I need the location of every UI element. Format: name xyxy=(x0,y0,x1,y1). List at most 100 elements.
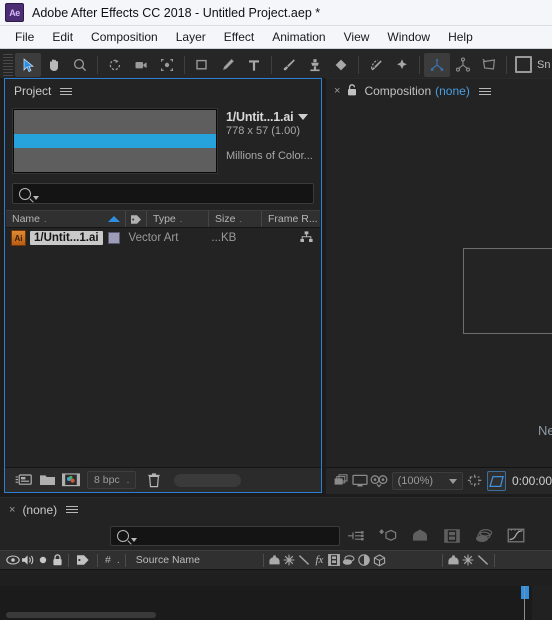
3d-view-icon[interactable] xyxy=(369,471,387,491)
timeline-layer-area[interactable] xyxy=(0,586,533,620)
close-icon[interactable]: × xyxy=(9,504,15,516)
lock-icon[interactable] xyxy=(347,83,357,99)
new-folder-icon[interactable] xyxy=(35,471,59,489)
selection-tool[interactable] xyxy=(15,52,41,77)
effects-fx-icon[interactable]: fx xyxy=(312,552,327,568)
memory-indicator[interactable] xyxy=(174,473,242,487)
zoom-tool[interactable] xyxy=(67,53,93,77)
search-icon xyxy=(19,187,31,200)
chevron-down-icon[interactable] xyxy=(298,114,309,120)
menu-item-effect[interactable]: Effect xyxy=(215,28,263,46)
zoom-level-dropdown[interactable]: (100%) xyxy=(391,472,464,490)
menu-item-view[interactable]: View xyxy=(335,28,379,46)
menu-item-window[interactable]: Window xyxy=(378,28,439,46)
tool-bar: Sn xyxy=(0,49,552,81)
current-timecode[interactable]: 0:00:00 xyxy=(512,474,552,488)
quality-sampling-icon[interactable] xyxy=(297,552,312,568)
solo-icon[interactable] xyxy=(35,552,50,568)
column-header-label[interactable] xyxy=(126,211,147,227)
project-search-input[interactable] xyxy=(12,183,314,204)
asset-metadata: 1/Untit...1.ai 778 x 57 (1.00) Millions … xyxy=(226,109,313,173)
sort-ascending-icon[interactable] xyxy=(108,216,120,222)
adjustment-layer-icon[interactable] xyxy=(357,552,372,568)
label-color-swatch[interactable] xyxy=(107,232,120,244)
type-tool[interactable] xyxy=(241,53,267,77)
motion-blur-switch-icon[interactable] xyxy=(342,552,357,568)
table-row[interactable]: 1/Untit...1.ai Vector Art ...KB xyxy=(6,229,320,247)
hide-shy-layers-icon[interactable] xyxy=(404,525,436,547)
column-header-type[interactable]: Type . xyxy=(147,211,209,227)
shape-tool[interactable] xyxy=(189,53,215,77)
track-camera-tool[interactable] xyxy=(476,53,502,77)
playhead-marker[interactable] xyxy=(521,586,529,599)
panel-menu-icon[interactable] xyxy=(66,506,79,513)
timeline-tab-label[interactable]: (none) xyxy=(22,503,57,517)
header-separator xyxy=(124,553,126,567)
menu-item-layer[interactable]: Layer xyxy=(167,28,215,46)
panel-menu-icon[interactable] xyxy=(60,87,73,95)
header-separator xyxy=(262,553,264,567)
timeline-ruler-area[interactable] xyxy=(532,586,552,620)
shy-switch-icon[interactable] xyxy=(267,552,282,568)
flowchart-icon[interactable] xyxy=(300,230,313,246)
rotation-tool[interactable] xyxy=(102,53,128,77)
panel-menu-icon[interactable] xyxy=(478,87,491,95)
audio-speaker-icon[interactable] xyxy=(20,552,35,568)
clone-stamp-tool[interactable] xyxy=(302,53,328,77)
draft-3d-icon[interactable] xyxy=(372,525,404,547)
snapping-checkbox[interactable] xyxy=(515,56,532,73)
video-eye-icon[interactable] xyxy=(5,552,20,568)
toolbar-grip[interactable] xyxy=(3,53,13,76)
tab-project[interactable]: Project xyxy=(14,84,51,98)
column-header-name[interactable]: Name . xyxy=(6,211,126,227)
toggle-view-layouts-icon[interactable] xyxy=(333,471,351,491)
new-composition-icon[interactable] xyxy=(59,471,83,489)
transparency-grid-icon[interactable] xyxy=(487,471,506,491)
composition-viewer[interactable]: Ne xyxy=(326,103,552,468)
motion-blur-icon[interactable] xyxy=(468,525,500,547)
composition-mini-flowchart-icon[interactable] xyxy=(340,525,372,547)
search-dropdown-icon[interactable] xyxy=(131,537,137,542)
collapse-transformations-icon[interactable] xyxy=(282,552,297,568)
snapping-toggle[interactable]: Sn xyxy=(515,56,550,73)
lock-icon[interactable] xyxy=(50,552,65,568)
unified-camera-tool[interactable] xyxy=(424,52,450,77)
collapse-transformations-icon[interactable] xyxy=(461,552,476,568)
horizontal-scrollbar[interactable] xyxy=(6,612,156,618)
eraser-tool[interactable] xyxy=(328,53,354,77)
timeline-search-input[interactable] xyxy=(110,525,340,546)
close-icon[interactable]: × xyxy=(334,85,340,97)
menu-item-composition[interactable]: Composition xyxy=(82,28,167,46)
column-header-frame-rate[interactable]: Frame R... xyxy=(262,211,320,227)
3d-layer-icon[interactable] xyxy=(372,552,387,568)
asset-row-name[interactable]: 1/Untit...1.ai xyxy=(30,231,103,245)
region-of-interest-icon[interactable] xyxy=(466,471,484,491)
menu-item-animation[interactable]: Animation xyxy=(263,28,334,46)
orbit-camera-tool[interactable] xyxy=(450,53,476,77)
frame-blend-switch-icon[interactable] xyxy=(327,552,342,568)
preview-monitor-icon[interactable] xyxy=(351,471,369,491)
menu-item-edit[interactable]: Edit xyxy=(43,28,82,46)
shy-switch-icon[interactable] xyxy=(446,552,461,568)
camera-tool[interactable] xyxy=(128,53,154,77)
trash-icon[interactable] xyxy=(142,471,166,489)
hand-tool[interactable] xyxy=(41,53,67,77)
new-composition-placeholder[interactable] xyxy=(463,248,552,334)
quality-sampling-icon[interactable] xyxy=(476,552,491,568)
puppet-pin-tool[interactable] xyxy=(389,53,415,77)
roto-brush-tool[interactable] xyxy=(363,53,389,77)
menu-item-file[interactable]: File xyxy=(6,28,43,46)
workspace: Project 1/Untit...1.ai 778 x 57 (1.00) M… xyxy=(0,78,552,620)
pan-behind-tool[interactable] xyxy=(154,53,180,77)
bit-depth-button[interactable]: 8 bpc . xyxy=(87,471,137,489)
source-name-header[interactable]: Source Name xyxy=(136,554,200,566)
frame-blending-icon[interactable] xyxy=(436,525,468,547)
menu-item-help[interactable]: Help xyxy=(439,28,482,46)
project-settings-icon[interactable] xyxy=(11,471,35,489)
brush-tool[interactable] xyxy=(276,53,302,77)
pen-tool[interactable] xyxy=(215,53,241,77)
label-tag-icon[interactable] xyxy=(72,552,94,568)
search-dropdown-icon[interactable] xyxy=(33,196,39,200)
graph-editor-icon[interactable] xyxy=(500,525,532,547)
column-header-size[interactable]: Size . xyxy=(209,211,262,227)
